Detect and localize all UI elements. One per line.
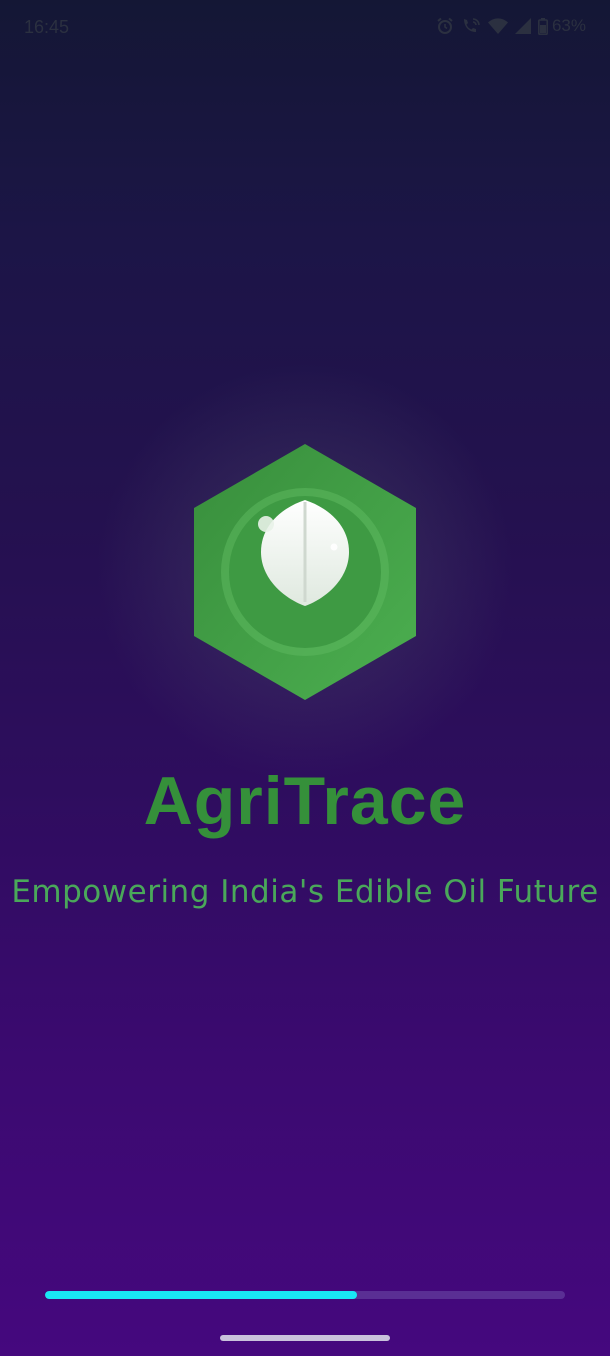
loading-progress-bar [45, 1291, 565, 1299]
loading-progress-fill [45, 1291, 357, 1299]
wifi-calling-icon [461, 17, 481, 35]
status-bar: 16:45 63% [0, 0, 610, 56]
tagline: Empowering India's Edible Oil Future [11, 874, 599, 910]
battery-percent: 63% [551, 16, 586, 35]
wifi-icon [487, 18, 508, 34]
alarm-icon [436, 17, 454, 35]
home-indicator[interactable] [220, 1335, 390, 1341]
status-icons: 63% [436, 16, 586, 36]
cellular-signal-icon [514, 18, 531, 34]
battery-icon [537, 17, 548, 35]
leaf-hexagon-logo-icon [189, 442, 421, 702]
status-time: 16:45 [24, 17, 70, 37]
app-title: AgriTrace [143, 763, 467, 839]
